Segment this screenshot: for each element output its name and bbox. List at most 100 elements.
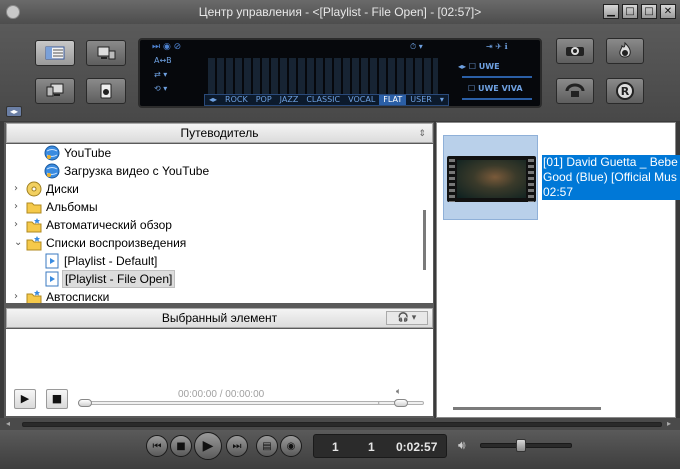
folder-star-icon: [26, 235, 42, 251]
flame-icon: [619, 42, 631, 58]
track-info[interactable]: [01] David Guetta _ Bebe Good (Blue) [Of…: [542, 155, 680, 200]
seek-back-icon[interactable]: ◂: [6, 419, 10, 428]
folder-icon: [26, 199, 42, 215]
eq-repeat-icon[interactable]: ⇄ ▾: [154, 70, 167, 79]
tree-item[interactable]: [Playlist - File Open]: [6, 270, 426, 288]
eq-preset-jazz[interactable]: JAZZ: [276, 95, 303, 105]
playlist-hscrollbar[interactable]: [453, 407, 601, 410]
uwe-toggle-2[interactable]: ☐ UWE VIVA: [468, 84, 523, 93]
uwe-toggle-1[interactable]: ◂▸ ☐ UWE: [458, 62, 500, 71]
eq-shuffle-icon[interactable]: ⟲ ▾: [154, 84, 167, 93]
maximize-button[interactable]: □: [641, 4, 657, 19]
previous-button[interactable]: ⏮︎: [146, 435, 168, 457]
tree-item[interactable]: Загрузка видео с YouTube: [6, 162, 426, 180]
preview-stop-button[interactable]: ■: [46, 389, 68, 409]
tree-expander-icon[interactable]: ⌄: [14, 234, 24, 252]
preview-seek-knob[interactable]: [78, 399, 92, 407]
eject-disc-button[interactable]: ◉: [280, 435, 302, 457]
eq-preset-vocal[interactable]: VOCAL: [344, 95, 379, 105]
stop-icon: ■: [176, 440, 186, 452]
record-button[interactable]: [556, 38, 594, 64]
tree-item[interactable]: › Диски: [6, 180, 426, 198]
main-seek-bar: ◂ ▸: [0, 418, 680, 430]
track-number: 1: [332, 440, 339, 454]
eq-band-display[interactable]: [208, 58, 438, 94]
preview-play-button[interactable]: ▶: [14, 389, 36, 409]
headphones-toggle-icon[interactable]: 🎧 ▾: [386, 311, 428, 325]
radio-button[interactable]: R: [606, 78, 644, 104]
window-title: Центр управления - <[Playlist - File Ope…: [198, 5, 482, 19]
navigator-header[interactable]: Путеводитель ⇕: [6, 123, 433, 143]
toggle-panel-button[interactable]: ◂▸: [6, 106, 22, 117]
playlist-icon: [44, 253, 60, 269]
tree-item[interactable]: YouTube: [6, 144, 426, 162]
track-title-line1: [01] David Guetta _ Bebe: [543, 155, 678, 169]
selected-item-header: Выбранный элемент 🎧 ▾: [6, 308, 433, 328]
stop-button[interactable]: ■: [170, 435, 192, 457]
eq-preset-dropdown[interactable]: ▾: [436, 95, 448, 105]
play-button[interactable]: ▶: [194, 432, 222, 460]
view-monitor-button[interactable]: [86, 40, 126, 66]
restore-button[interactable]: □: [622, 4, 638, 19]
minimize-button[interactable]: ▁: [603, 4, 619, 19]
monitor-icon: [46, 83, 64, 97]
tree-item-label: Списки воспроизведения: [46, 236, 187, 250]
left-pane: Путеводитель ⇕ YouTube Загрузка видео с Y…: [4, 122, 434, 418]
eq-clock-icon[interactable]: ⏱ ▾: [410, 42, 423, 52]
tree-expander-icon[interactable]: ›: [14, 180, 24, 198]
track-total: 1: [368, 440, 375, 454]
close-button[interactable]: ✕: [660, 4, 676, 19]
tree-item[interactable]: › Автосписки: [6, 288, 426, 303]
tree-expander-icon[interactable]: ›: [14, 216, 24, 234]
tree-scrollbar[interactable]: [423, 210, 426, 270]
eq-mini-controls[interactable]: ⇥ ✈ ℹ: [486, 42, 508, 51]
eq-preset-pop[interactable]: POP: [252, 95, 276, 105]
playlist-pane: [01] David Guetta _ Bebe Good (Blue) [Of…: [436, 122, 680, 418]
track-duration: 02:57: [543, 185, 574, 199]
radio-icon: R: [616, 82, 634, 100]
preview-time: 00:00:00 / 00:00:00: [178, 389, 265, 400]
sort-arrows-icon[interactable]: ⇕: [418, 124, 426, 142]
tree-expander-icon[interactable]: ›: [14, 198, 24, 216]
tree-item[interactable]: ⌄ Списки воспроизведения: [6, 234, 426, 252]
eq-toolbar-icons: ⏭ ◉ ⊘: [152, 42, 182, 52]
view-device-button[interactable]: [86, 78, 126, 104]
burn-button[interactable]: [606, 38, 644, 64]
track-display: 1 1 0:02:57: [313, 434, 447, 458]
preview-volume-knob[interactable]: [394, 399, 408, 407]
tree-item-label: YouTube: [64, 146, 112, 160]
tree-item[interactable]: [Playlist - Default]: [6, 252, 426, 270]
globe-icon: [44, 163, 60, 179]
main-seek-track[interactable]: [22, 422, 662, 427]
monitor-icon: [97, 46, 116, 60]
tree-item[interactable]: › Альбомы: [6, 198, 426, 216]
preview-seek-slider[interactable]: [78, 401, 400, 405]
film-strip-icon: [447, 156, 536, 202]
uwe-slider[interactable]: [462, 76, 532, 78]
playlist-icon: [44, 271, 60, 287]
svg-text:R: R: [621, 85, 630, 98]
eq-preset-classic[interactable]: CLASSIC: [302, 95, 344, 105]
viva-slider[interactable]: [462, 98, 532, 100]
convert-button[interactable]: [556, 78, 594, 104]
eq-preset-arrows[interactable]: ◂▸: [205, 95, 221, 105]
eq-preset-rock[interactable]: ROCK: [221, 95, 252, 105]
next-icon: ⏭︎: [232, 440, 242, 452]
tree-item-label: Диски: [46, 182, 79, 196]
view-list-button[interactable]: [35, 40, 75, 66]
next-button[interactable]: ⏭︎: [226, 435, 248, 457]
eq-channel-ab-icon[interactable]: A↔B: [154, 56, 172, 65]
volume-knob[interactable]: [516, 439, 527, 452]
tree-expander-icon[interactable]: ›: [14, 288, 24, 303]
track-thumbnail[interactable]: [443, 135, 538, 220]
open-file-button[interactable]: ▤: [256, 435, 278, 457]
globe-icon: [44, 145, 60, 161]
tree-item-label: Автоматический обзор: [46, 218, 172, 232]
eq-preset-flat[interactable]: FLAT: [379, 95, 407, 105]
speaker-icon[interactable]: 🔊︎: [458, 438, 466, 453]
seek-forward-icon[interactable]: ▸: [667, 419, 671, 428]
uwe-label: UWE: [477, 84, 499, 93]
tree-item[interactable]: › Автоматический обзор: [6, 216, 426, 234]
eq-preset-user[interactable]: USER: [406, 95, 436, 105]
view-video-button[interactable]: [35, 78, 75, 104]
